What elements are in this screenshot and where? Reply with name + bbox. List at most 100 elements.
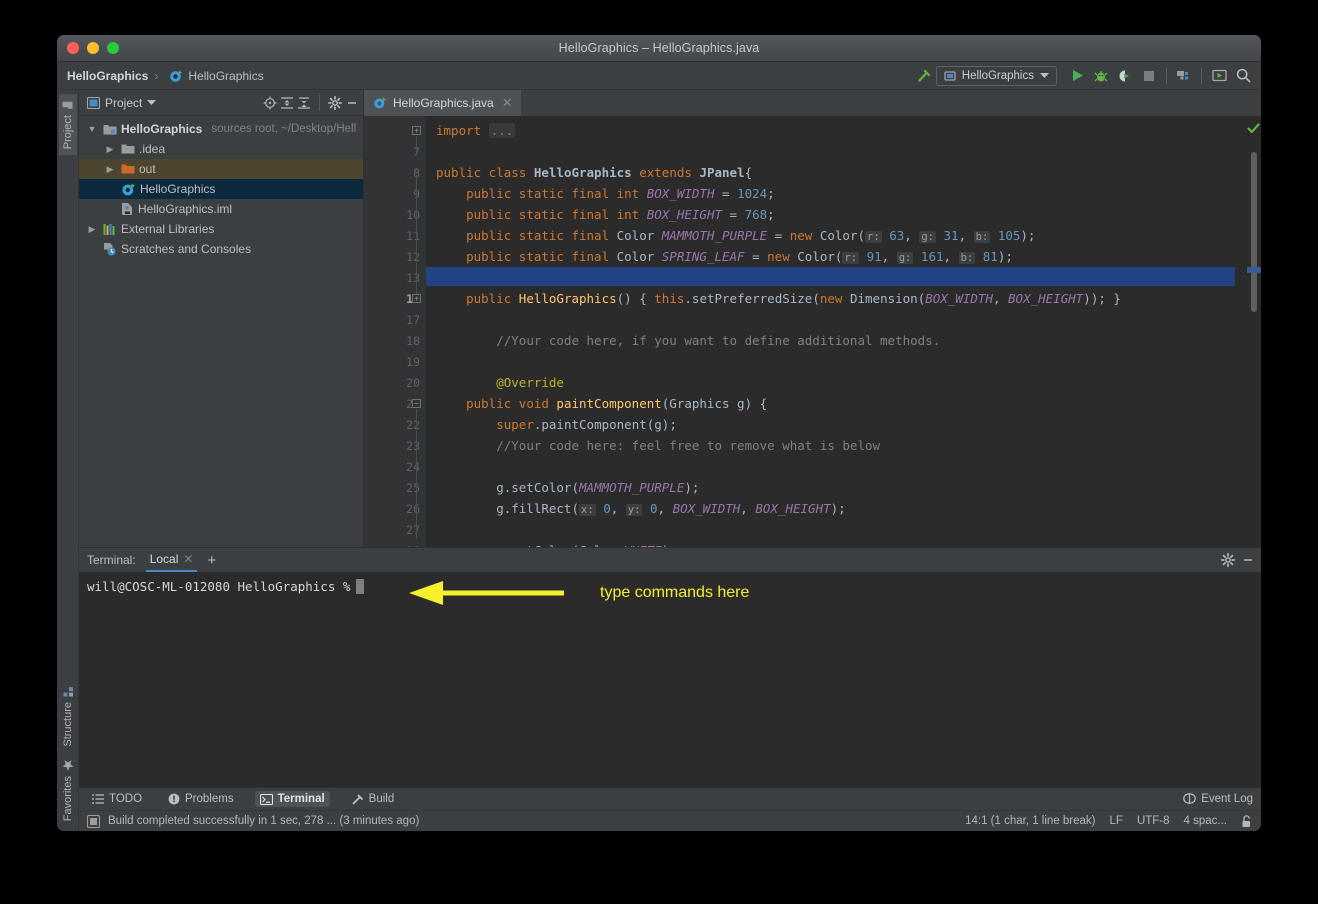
- file-encoding[interactable]: UTF-8: [1137, 815, 1170, 827]
- code-line-18: //Your code here, if you want to define …: [496, 333, 941, 348]
- sidebar-tab-structure[interactable]: Structure: [59, 681, 77, 753]
- unlocked-icon[interactable]: [1241, 814, 1253, 828]
- breadcrumb-separator: ›: [154, 68, 159, 83]
- minimize-icon[interactable]: [345, 96, 359, 110]
- editor-right-gutter[interactable]: [1247, 116, 1261, 547]
- sidebar-tab-favorites[interactable]: Favorites: [59, 753, 77, 827]
- breadcrumb-project[interactable]: HelloGraphics: [67, 69, 148, 83]
- gutter-line: 19: [406, 354, 420, 369]
- updates-icon[interactable]: [1208, 65, 1230, 87]
- stop-icon[interactable]: [1138, 65, 1160, 87]
- project-view-icon: [87, 96, 100, 109]
- editor-tabbar: HelloGraphics.java ✕: [364, 90, 1261, 116]
- gutter-line: 18: [406, 333, 420, 348]
- hammer-icon[interactable]: [913, 65, 935, 87]
- sidebar-tab-project[interactable]: Project: [58, 94, 77, 156]
- code-line-26: g.fillRect(x: 0, y: 0, BOX_WIDTH, BOX_HE…: [436, 501, 846, 516]
- panel-divider: [319, 94, 320, 111]
- tree-node-label: HelloGraphics: [140, 182, 216, 196]
- tree-node-external-libraries[interactable]: ▶ External Libraries: [79, 219, 363, 239]
- chevron-right-icon[interactable]: ▶: [85, 224, 99, 235]
- terminal-cursor: [356, 579, 365, 594]
- run-configuration-selector[interactable]: HelloGraphics: [935, 65, 1057, 86]
- add-tab-icon[interactable]: +: [207, 552, 216, 569]
- project-structure-icon[interactable]: [1173, 65, 1195, 87]
- gear-icon[interactable]: [328, 95, 342, 110]
- collapse-all-icon[interactable]: [297, 96, 311, 110]
- terminal-prompt-text: will@COSC-ML-012080 HelloGraphics %: [87, 579, 351, 594]
- fold-region-line-3: [416, 409, 417, 539]
- expand-all-icon[interactable]: [280, 96, 294, 110]
- toolbar-divider: [1166, 67, 1167, 84]
- annotation-group: type commands here: [409, 580, 749, 606]
- code-text-area[interactable]: import ... public class HelloGraphics ex…: [426, 116, 1247, 547]
- code-line-21: public void paintComponent(Graphics g) {: [466, 396, 768, 411]
- tool-button-build[interactable]: Build: [346, 791, 400, 808]
- fold-marker-paintcomponent[interactable]: −: [412, 399, 421, 408]
- project-tree[interactable]: ▼ HelloGraphics sources root, ~/Desktop/…: [79, 116, 363, 547]
- minimize-icon[interactable]: [1241, 553, 1255, 567]
- indent-setting[interactable]: 4 spac...: [1184, 815, 1227, 827]
- build-status-message[interactable]: Build completed successfully in 1 sec, 2…: [108, 815, 419, 827]
- editor-area[interactable]: 1 7 8 9 10 11 12 13 14 17 18 19: [364, 116, 1261, 547]
- run-icon[interactable]: [1066, 65, 1088, 87]
- favorites-tab-label: Favorites: [61, 775, 74, 821]
- editor-gutter[interactable]: 1 7 8 9 10 11 12 13 14 17 18 19: [364, 116, 426, 547]
- selected-line-highlight: [426, 267, 1235, 286]
- run-config-label: HelloGraphics: [961, 69, 1034, 82]
- annotation-text: type commands here: [600, 584, 750, 601]
- caret-position[interactable]: 14:1 (1 char, 1 line break): [965, 815, 1095, 827]
- editor-scrollbar[interactable]: [1251, 152, 1257, 312]
- java-class-icon: [121, 182, 136, 197]
- tool-button-event-log[interactable]: Event Log: [1183, 793, 1253, 805]
- tool-button-todo[interactable]: TODO: [87, 791, 147, 807]
- close-icon[interactable]: ✕: [502, 95, 513, 111]
- breadcrumb-file[interactable]: HelloGraphics: [188, 69, 263, 83]
- editor-column: HelloGraphics.java ✕ 1 7 8 9 10 11: [364, 90, 1261, 547]
- tree-node-out[interactable]: ▶ out: [79, 159, 363, 179]
- desktop-background: HelloGraphics – HelloGraphics.java Hello…: [0, 0, 1318, 904]
- tree-node-scratches-consoles[interactable]: Scratches and Consoles: [79, 239, 363, 259]
- project-panel-title: Project: [105, 95, 143, 110]
- chevron-right-icon[interactable]: ▶: [103, 164, 117, 175]
- tree-node-hellographics-module[interactable]: ▼ HelloGraphics sources root, ~/Desktop/…: [79, 119, 363, 139]
- fold-marker-constructor[interactable]: +: [412, 294, 421, 303]
- run-with-coverage-icon[interactable]: [1114, 65, 1136, 87]
- gear-icon[interactable]: [1221, 553, 1235, 567]
- tool-button-terminal[interactable]: Terminal: [254, 791, 330, 807]
- fold-marker-imports[interactable]: +: [412, 126, 421, 135]
- iml-file-icon: [121, 202, 134, 216]
- tree-node-idea[interactable]: ▶ .idea: [79, 139, 363, 159]
- terminal-session-tab-local[interactable]: Local ✕: [145, 548, 198, 572]
- param-hint-b: b:: [958, 252, 976, 264]
- debug-icon[interactable]: [1090, 65, 1112, 87]
- search-everywhere-icon[interactable]: [1232, 65, 1254, 87]
- chevron-right-icon[interactable]: ▶: [103, 144, 117, 155]
- close-icon[interactable]: ✕: [183, 552, 193, 566]
- locate-icon[interactable]: [263, 96, 277, 110]
- chevron-down-icon[interactable]: ▼: [85, 124, 99, 134]
- tree-node-hellographics-class[interactable]: HelloGraphics: [79, 179, 363, 199]
- param-hint-r: r:: [865, 231, 882, 243]
- tool-button-problems[interactable]: Problems: [163, 791, 239, 807]
- memory-indicator-icon[interactable]: [87, 814, 100, 828]
- gutter-line: 20: [406, 375, 420, 390]
- param-hint-g: g:: [919, 231, 936, 243]
- code-line-25: g.setColor(MAMMOTH_PURPLE);: [436, 480, 700, 495]
- tree-node-iml-file[interactable]: HelloGraphics.iml: [79, 199, 363, 219]
- tree-node-label: HelloGraphics: [121, 122, 203, 136]
- ok-check-icon[interactable]: [1247, 122, 1260, 135]
- project-tool-window: Project ▼ HelloGraphics sources root, ~/…: [79, 90, 364, 547]
- event-log-label: Event Log: [1201, 793, 1253, 805]
- chevron-down-icon: [1040, 72, 1049, 78]
- line-separator[interactable]: LF: [1110, 815, 1123, 827]
- folder-icon: [121, 143, 135, 155]
- terminal-output[interactable]: will@COSC-ML-012080 HelloGraphics % type…: [79, 572, 1261, 787]
- java-class-icon: [374, 97, 386, 109]
- editor-tab-hellographics-java[interactable]: HelloGraphics.java ✕: [364, 90, 521, 116]
- chevron-down-icon[interactable]: [147, 99, 157, 106]
- code-line-8: public class HelloGraphics extends JPane…: [436, 165, 753, 180]
- window-body: Project Structure Favorites Project ▼ He…: [57, 90, 1261, 831]
- project-panel-actions: [263, 94, 359, 111]
